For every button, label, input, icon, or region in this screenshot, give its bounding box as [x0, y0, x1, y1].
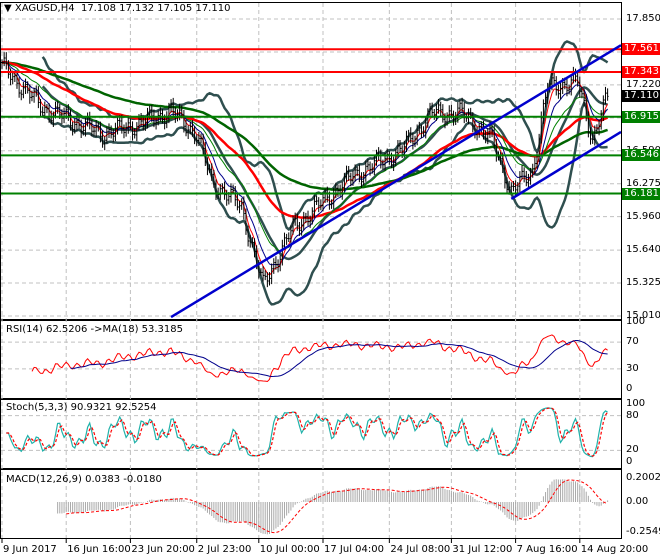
price-bar: [63, 107, 66, 124]
price-bar: [238, 200, 241, 214]
level-price-label: 16.546: [622, 149, 660, 162]
price-bar: [1, 59, 3, 69]
x-tick-label: 7 Aug 16:00: [516, 544, 578, 555]
rsi-tick-label: 100: [626, 316, 646, 327]
price-bar: [441, 104, 444, 123]
macd-label: MACD(12,26,9) 0.0383 -0.0180: [6, 474, 162, 485]
price-bar: [240, 198, 243, 210]
price-bar: [420, 124, 423, 139]
x-tick-label: 2 Jul 23:00: [197, 544, 252, 555]
price-bar: [439, 101, 442, 116]
price-bar: [35, 85, 38, 97]
price-bar: [112, 129, 115, 143]
price-bar: [606, 88, 609, 101]
macd-tick-label: -0.2549: [626, 526, 660, 538]
price-bar: [287, 232, 290, 242]
macd-tick-label: 0.00: [626, 496, 649, 507]
price-bar: [236, 193, 239, 211]
price-bar: [28, 84, 31, 104]
x-tick-label: 24 Jul 08:00: [390, 544, 451, 555]
ma-fast: [1, 60, 609, 276]
rsi-tick-label: 70: [626, 336, 639, 348]
stoch-signal-line: [6, 407, 609, 457]
price-bar: [272, 258, 275, 274]
stoch-tick-label: 0: [626, 456, 633, 467]
ohlc-label: 17.108 17.132 17.105 17.110: [80, 3, 231, 14]
x-tick-label: 17 Jul 04:00: [324, 544, 384, 555]
price-bar: [317, 197, 320, 213]
price-bar: [319, 199, 322, 211]
x-tick-label: 23 Jun 20:00: [131, 544, 195, 555]
y-tick-label: 15.640: [626, 244, 660, 256]
y-tick-label: 17.220: [626, 78, 660, 90]
y-tick-label: 15.325: [626, 277, 660, 289]
price-bar: [200, 133, 203, 144]
price-bar: [176, 109, 179, 122]
price-bar: [553, 71, 556, 85]
level-price-label: 16.181: [622, 187, 660, 200]
x-tick-label: 9 Jun 2017: [3, 544, 57, 555]
x-tick-label: 16 Jun 16:00: [67, 544, 131, 555]
price-bar: [5, 52, 8, 70]
x-tick-label: 10 Jul 00:00: [259, 544, 320, 555]
price-bar: [315, 195, 318, 205]
level-price-label: 16.915: [622, 110, 660, 123]
price-bar: [285, 233, 288, 245]
price-bar: [576, 71, 579, 87]
y-tick-label: 15.960: [626, 210, 660, 222]
stoch-tick-label: 80: [626, 409, 639, 421]
price-bar: [20, 89, 23, 101]
current-price-label: 17.110: [622, 90, 660, 103]
rsi-tick-label: 0: [626, 383, 633, 394]
bollinger-middle: [41, 85, 608, 261]
price-bar: [302, 211, 305, 231]
price-bar: [604, 86, 607, 105]
y-tick-label: 17.850: [626, 13, 660, 24]
level-price-label: 17.561: [622, 43, 660, 56]
level-price-label: 17.343: [622, 66, 660, 79]
x-tick-label: 14 Aug 20:00: [580, 544, 649, 555]
price-bar: [3, 52, 6, 67]
price-bar: [108, 123, 110, 139]
stoch-label: Stoch(5,3,3) 90.9321 92.5254: [6, 402, 157, 413]
price-bar: [527, 173, 530, 189]
rsi-label: RSI(14) 62.5206 ->MA(18) 53.3185: [6, 324, 183, 335]
macd-tick-label: 0.2002: [626, 472, 660, 484]
symbol-label: XAGUSD,H4: [14, 3, 75, 14]
price-bar: [33, 87, 36, 103]
price-bar: [219, 183, 222, 201]
price-bar: [521, 165, 524, 180]
price-bar: [388, 151, 391, 165]
x-tick-label: 31 Jul 12:00: [452, 544, 513, 555]
price-bar: [448, 105, 451, 122]
price-bar: [45, 103, 48, 114]
price-bar: [116, 116, 119, 135]
stoch-tick-label: 20: [626, 444, 639, 456]
price-bar: [557, 84, 560, 99]
price-bar: [221, 183, 224, 195]
triangle-down-icon[interactable]: ▼: [4, 3, 12, 14]
chart-header: ▼ XAGUSD,H4 17.108 17.132 17.105 17.110: [4, 3, 230, 14]
price-bar: [122, 124, 125, 139]
rsi-tick-label: 30: [626, 362, 639, 374]
price-bar: [433, 109, 436, 120]
bollinger-lower: [41, 100, 608, 306]
price-bar: [127, 116, 130, 134]
stoch-tick-label: 100: [626, 398, 646, 409]
price-bar: [392, 156, 395, 172]
price-bar: [523, 167, 526, 183]
stoch-main-line: [6, 407, 608, 458]
